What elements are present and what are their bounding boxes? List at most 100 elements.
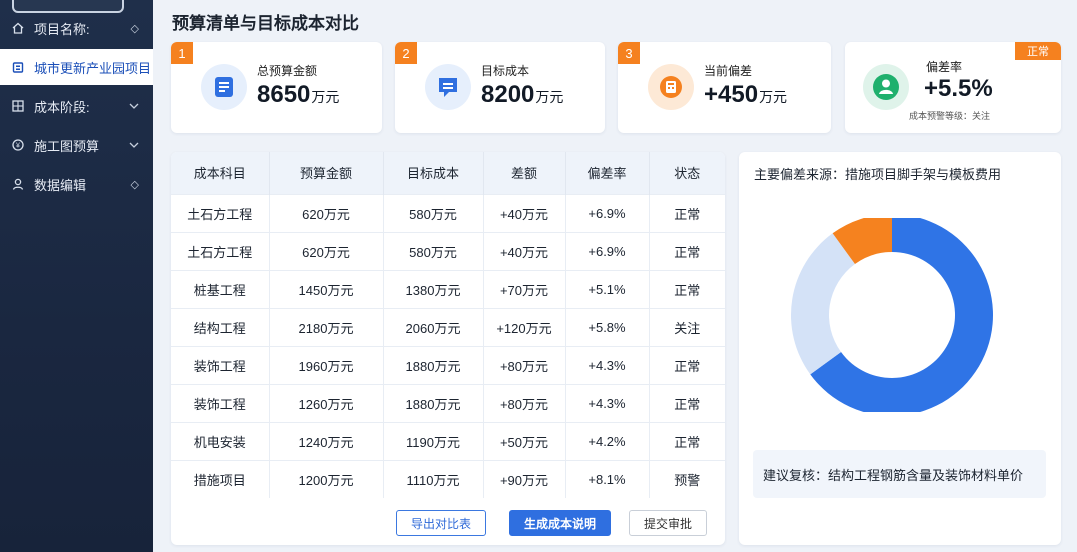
table-cell: 580万元	[383, 231, 484, 270]
column-header[interactable]: 状态	[649, 152, 725, 194]
table-row[interactable]: 装饰工程 1960万元 1880万元 +80万元 +4.3% 正常	[171, 345, 725, 384]
sidebar-item-label: 数据编辑	[34, 177, 87, 193]
table-cell: 620万元	[269, 193, 384, 232]
warning-level-text: 成本预警等级：关注	[909, 111, 991, 121]
sidebar-item-data-edit[interactable]: 数据编辑 ◇	[0, 166, 153, 202]
table-cell: +80万元	[483, 383, 566, 422]
table-cell: 措施项目	[171, 459, 270, 498]
kpi-value: +5.5%	[924, 75, 993, 102]
grid-icon	[11, 99, 25, 113]
sidebar-item-label: 项目名称:	[34, 21, 90, 37]
table-cell: 1240万元	[269, 421, 384, 460]
sidebar-item-label: 成本阶段:	[34, 99, 90, 115]
table-row[interactable]: 机电安装 1240万元 1190万元 +50万元 +4.2% 正常	[171, 421, 725, 460]
diamond-icon: ◇	[130, 22, 139, 35]
column-header[interactable]: 差额	[483, 152, 566, 194]
sidebar: 项目名称: ◇ 城市更新产业园项目 成本阶段: ¥ 施工图预算 数据编辑 ◇	[0, 0, 153, 552]
table-cell: 1880万元	[383, 383, 484, 422]
sidebar-item-project-name[interactable]: 项目名称: ◇	[0, 10, 153, 46]
column-header[interactable]: 偏差率	[565, 152, 650, 194]
table-row[interactable]: 结构工程 2180万元 2060万元 +120万元 +5.8% 关注	[171, 307, 725, 346]
table-cell: 机电安装	[171, 421, 270, 460]
table-cell: 装饰工程	[171, 345, 270, 384]
export-comparison-button[interactable]: 导出对比表	[396, 510, 486, 536]
deviation-source-panel: 主要偏差来源：措施项目脚手架与模板费用 建议复核：结构工程钢筋含量及装饰材料单价	[739, 152, 1061, 545]
kpi-card-current-deviation: 3 当前偏差 +450万元	[618, 42, 831, 133]
table-cell: +40万元	[483, 231, 566, 270]
table-cell: 2060万元	[383, 307, 484, 346]
kpi-number-badge: 1	[171, 42, 193, 64]
table-cell: 1880万元	[383, 345, 484, 384]
table-row[interactable]: 桩基工程 1450万元 1380万元 +70万元 +5.1% 正常	[171, 269, 725, 308]
table-cell: 2180万元	[269, 307, 384, 346]
table-cell: 1260万元	[269, 383, 384, 422]
generate-cost-note-button[interactable]: 生成成本说明	[509, 510, 611, 536]
table-cell: +5.1%	[565, 269, 650, 308]
sidebar-item-construction-budget[interactable]: ¥ 施工图预算	[0, 127, 153, 163]
table-cell: +50万元	[483, 421, 566, 460]
table-row[interactable]: 土石方工程 620万元 580万元 +40万元 +6.9% 正常	[171, 231, 725, 270]
kpi-number-badge: 3	[618, 42, 640, 64]
table-row[interactable]: 土石方工程 620万元 580万元 +40万元 +6.9% 正常	[171, 193, 725, 232]
table-cell: 装饰工程	[171, 383, 270, 422]
sidebar-item-cost-stage[interactable]: 成本阶段:	[0, 88, 153, 124]
status-cell: 正常	[649, 345, 725, 384]
table-row[interactable]: 措施项目 1200万元 1110万元 +90万元 +8.1% 预警	[171, 459, 725, 498]
column-header[interactable]: 成本科目	[171, 152, 270, 194]
sidebar-item-city-renewal-project[interactable]: 城市更新产业园项目	[0, 49, 153, 85]
chevron-down-icon	[129, 139, 139, 151]
status-cell: 正常	[649, 421, 725, 460]
table-cell: +80万元	[483, 345, 566, 384]
table-cell: +70万元	[483, 269, 566, 308]
kpi-label: 总预算金额	[257, 64, 318, 78]
table-cell: +6.9%	[565, 231, 650, 270]
user-icon	[11, 177, 25, 191]
column-header[interactable]: 预算金额	[269, 152, 384, 194]
kpi-value: 8650万元	[257, 81, 340, 108]
status-cell: 正常	[649, 193, 725, 232]
building-icon	[11, 60, 25, 74]
kpi-number-badge: 2	[395, 42, 417, 64]
table-cell: 1450万元	[269, 269, 384, 308]
donut-slice-2	[791, 233, 855, 375]
message-icon	[425, 64, 471, 110]
cost-comparison-table: 成本科目 预算金额 目标成本 差额 偏差率 状态 土石方工程 620万元 580…	[171, 152, 725, 498]
table-cell: 桩基工程	[171, 269, 270, 308]
table-row[interactable]: 装饰工程 1260万元 1880万元 +80万元 +4.3% 正常	[171, 383, 725, 422]
column-header[interactable]: 目标成本	[383, 152, 484, 194]
coin-icon: ¥	[11, 138, 25, 152]
status-badge: 正常	[1015, 42, 1061, 60]
chevron-down-icon	[129, 100, 139, 112]
submit-approval-button[interactable]: 提交审批	[629, 510, 707, 536]
sidebar-item-label: 城市更新产业园项目	[34, 60, 152, 76]
table-cell: 620万元	[269, 231, 384, 270]
kpi-value: +450万元	[704, 81, 788, 108]
panel-title: 主要偏差来源：措施项目脚手架与模板费用	[754, 167, 1002, 182]
kpi-label: 当前偏差	[704, 64, 753, 78]
action-buttons: 导出对比表 生成成本说明 提交审批	[171, 510, 725, 540]
table-cell: +5.8%	[565, 307, 650, 346]
kpi-card-target-cost: 2 目标成本 8200万元	[395, 42, 605, 133]
page-title: 预算清单与目标成本对比	[172, 14, 359, 33]
document-icon	[201, 64, 247, 110]
table-cell: 结构工程	[171, 307, 270, 346]
status-cell: 正常	[649, 383, 725, 422]
table-header-row: 成本科目 预算金额 目标成本 差额 偏差率 状态	[171, 152, 725, 194]
status-cell: 正常	[649, 269, 725, 308]
table-cell: +120万元	[483, 307, 566, 346]
table-cell: +40万元	[483, 193, 566, 232]
table-cell: +8.1%	[565, 459, 650, 498]
svg-text:¥: ¥	[16, 143, 20, 150]
person-icon	[863, 64, 909, 110]
status-cell: 关注	[649, 307, 725, 346]
table-cell: +4.3%	[565, 345, 650, 384]
table-cell: +4.3%	[565, 383, 650, 422]
table-cell: 1380万元	[383, 269, 484, 308]
table-cell: 土石方工程	[171, 193, 270, 232]
status-cell: 正常	[649, 231, 725, 270]
table-cell: +90万元	[483, 459, 566, 498]
table-cell: 1110万元	[383, 459, 484, 498]
kpi-value: 8200万元	[481, 81, 564, 108]
kpi-card-deviation-rate: 正常 偏差率 +5.5% 成本预警等级：关注	[845, 42, 1061, 133]
cost-comparison-table-card: 成本科目 预算金额 目标成本 差额 偏差率 状态 土石方工程 620万元 580…	[171, 152, 725, 545]
